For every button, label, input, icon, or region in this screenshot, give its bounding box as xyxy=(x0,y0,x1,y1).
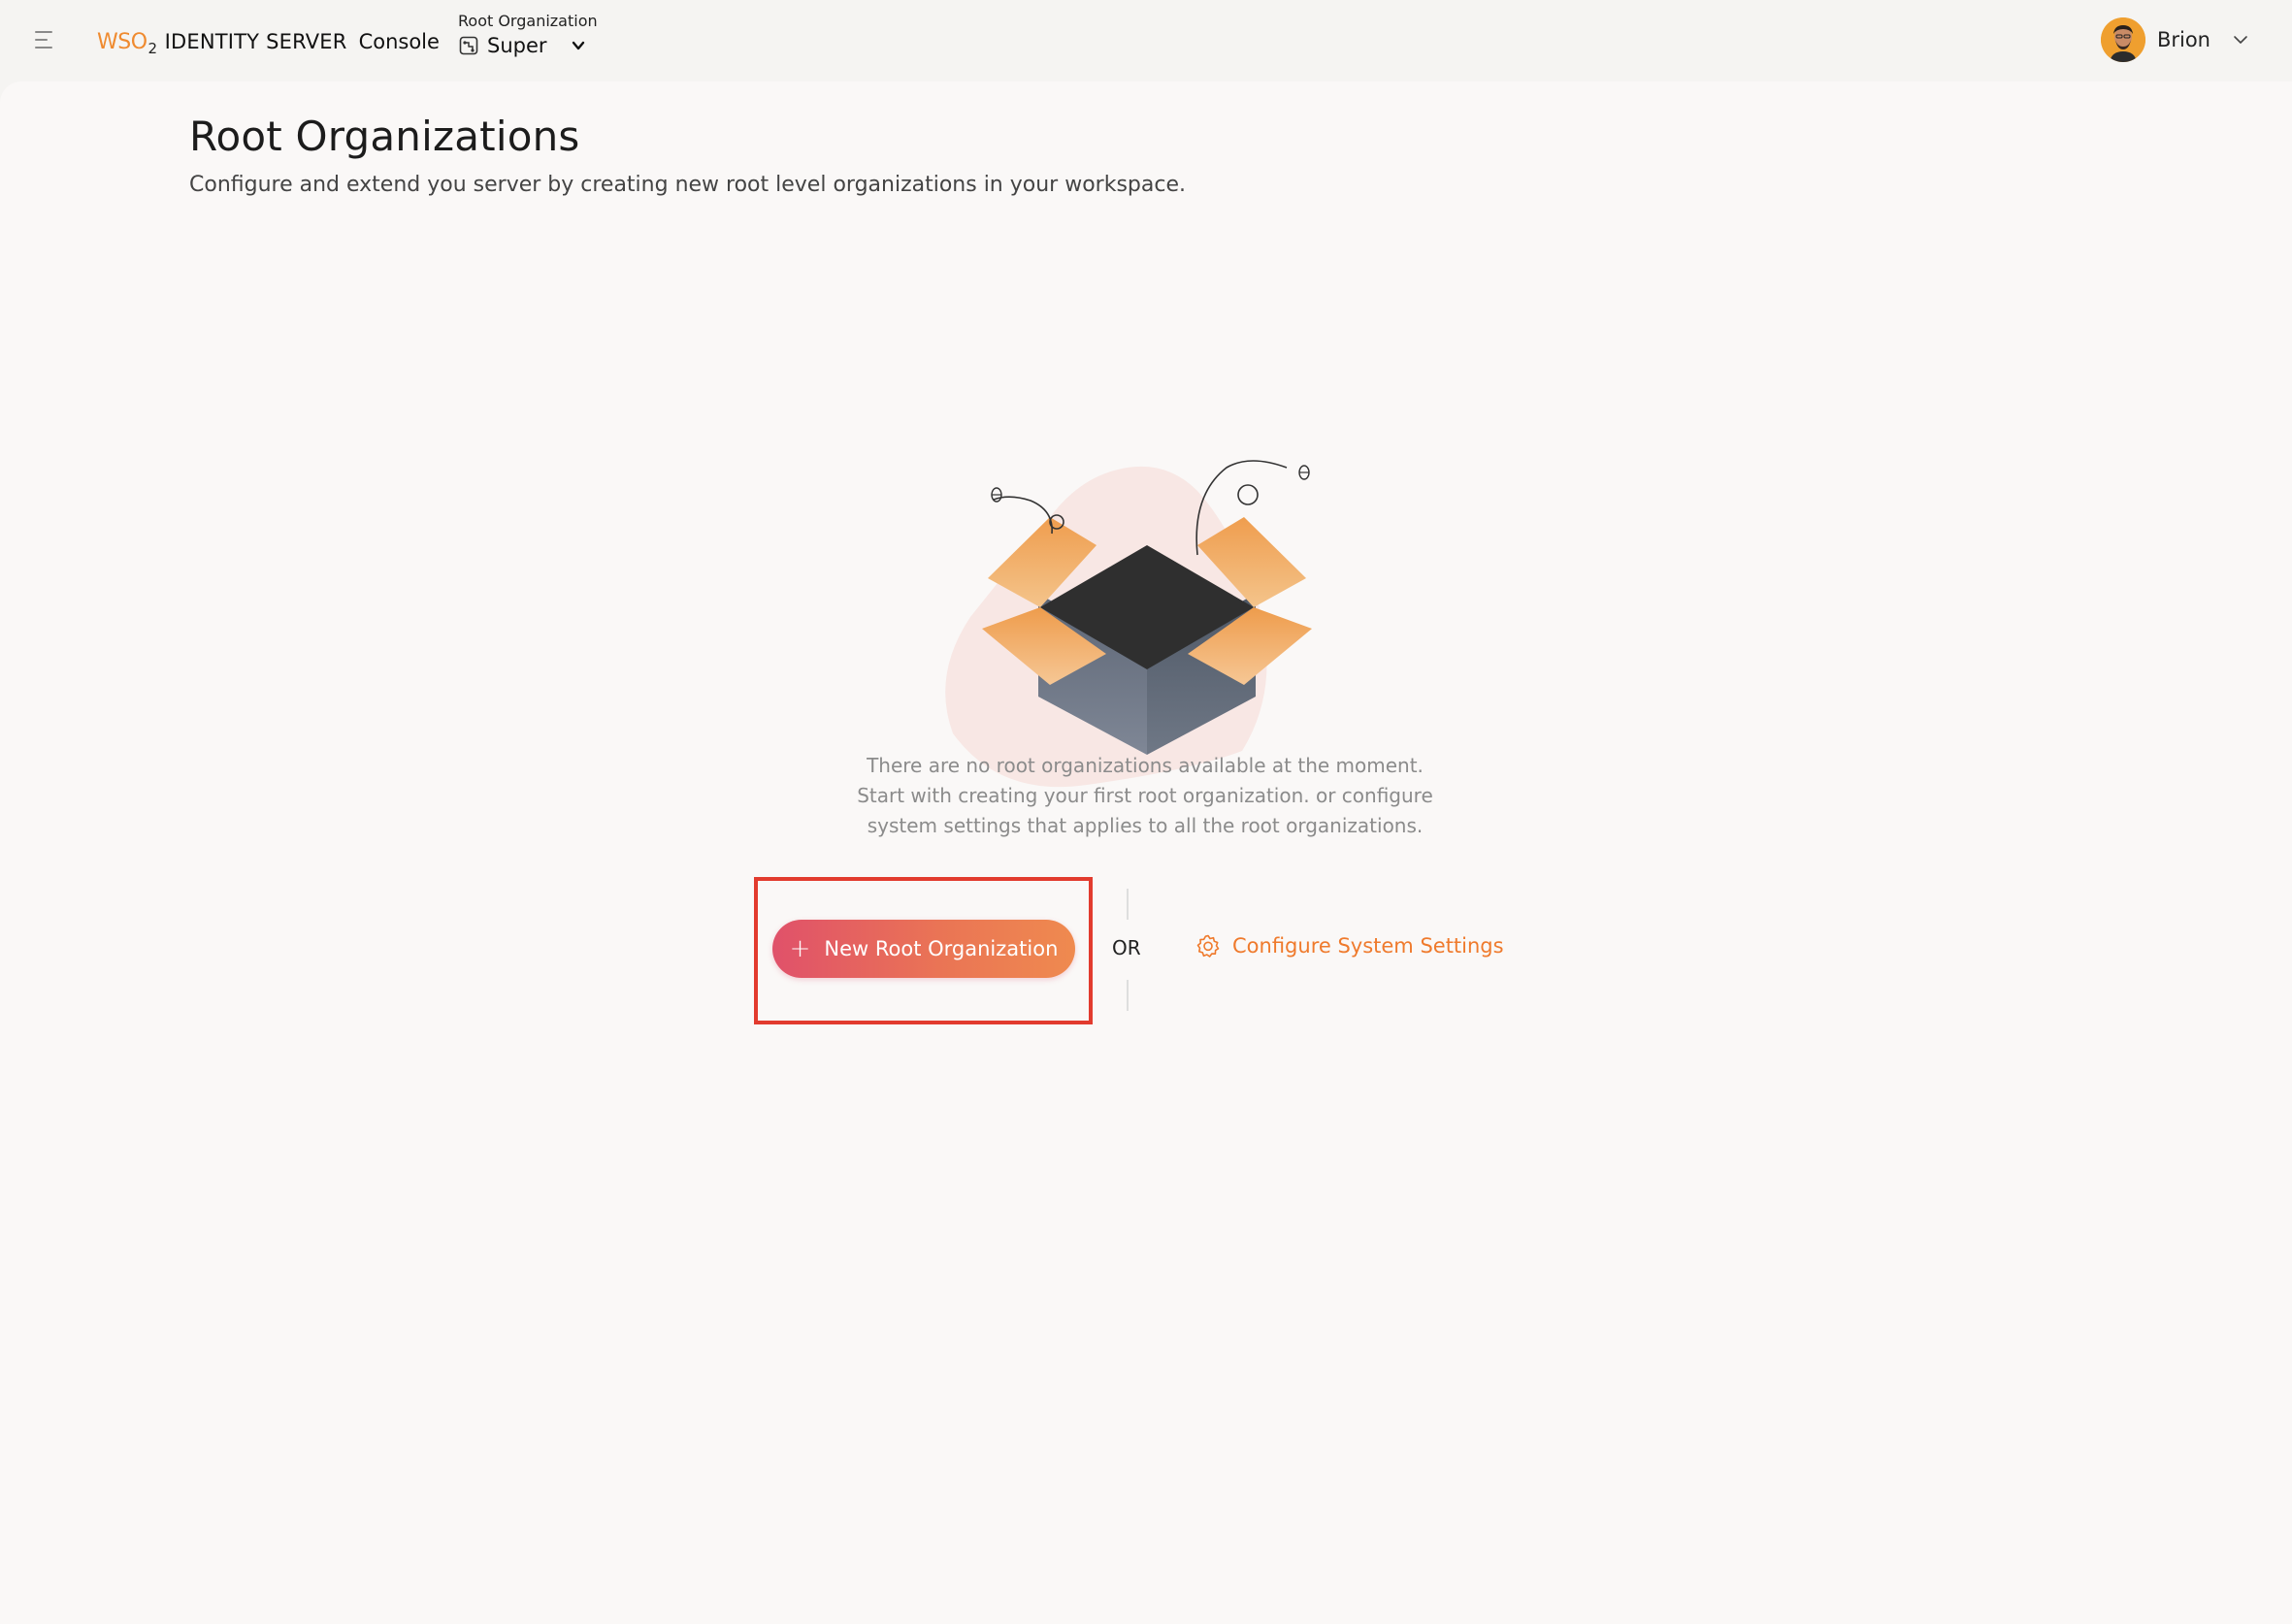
plus-icon: + xyxy=(789,934,811,963)
hamburger-icon[interactable] xyxy=(35,25,64,54)
current-organization: Super xyxy=(487,34,547,57)
new-root-organization-button[interactable]: + New Root Organization xyxy=(772,920,1075,978)
empty-state-message: There are no root organizations availabl… xyxy=(757,751,1533,841)
page-description: Configure and extend you server by creat… xyxy=(189,173,1186,197)
page-title: Root Organizations xyxy=(189,113,580,160)
org-switcher-label: Root Organization xyxy=(458,12,598,30)
organization-switcher[interactable]: Root Organization Super xyxy=(458,12,598,57)
chevron-down-icon[interactable] xyxy=(571,38,586,53)
new-root-organization-label: New Root Organization xyxy=(824,937,1059,960)
organization-icon xyxy=(458,35,479,56)
main-content xyxy=(0,81,2292,1624)
divider xyxy=(1127,980,1129,1011)
divider xyxy=(1127,889,1129,920)
gear-icon xyxy=(1195,933,1221,958)
or-separator: OR xyxy=(1112,936,1141,959)
empty-state-line: system settings that applies to all the … xyxy=(867,814,1424,837)
top-header: WSO 2 IDENTITY SERVER Console Root Organ… xyxy=(0,0,2292,81)
brand[interactable]: WSO 2 IDENTITY SERVER Console xyxy=(97,25,440,58)
product-name: IDENTITY SERVER xyxy=(164,30,347,53)
configure-system-settings-link[interactable]: Configure System Settings xyxy=(1195,933,1504,958)
avatar[interactable] xyxy=(2100,17,2145,62)
wso2-logo: WSO 2 xyxy=(97,29,157,58)
empty-box-illustration xyxy=(941,365,1349,811)
empty-state-line: Start with creating your first root orga… xyxy=(857,784,1433,807)
user-menu[interactable]: Brion xyxy=(2100,17,2249,62)
configure-system-settings-label: Configure System Settings xyxy=(1232,934,1504,958)
chevron-down-icon[interactable] xyxy=(2232,31,2249,49)
empty-state-line: There are no root organizations availabl… xyxy=(867,754,1424,777)
console-label: Console xyxy=(358,30,440,53)
user-name: Brion xyxy=(2156,28,2210,51)
